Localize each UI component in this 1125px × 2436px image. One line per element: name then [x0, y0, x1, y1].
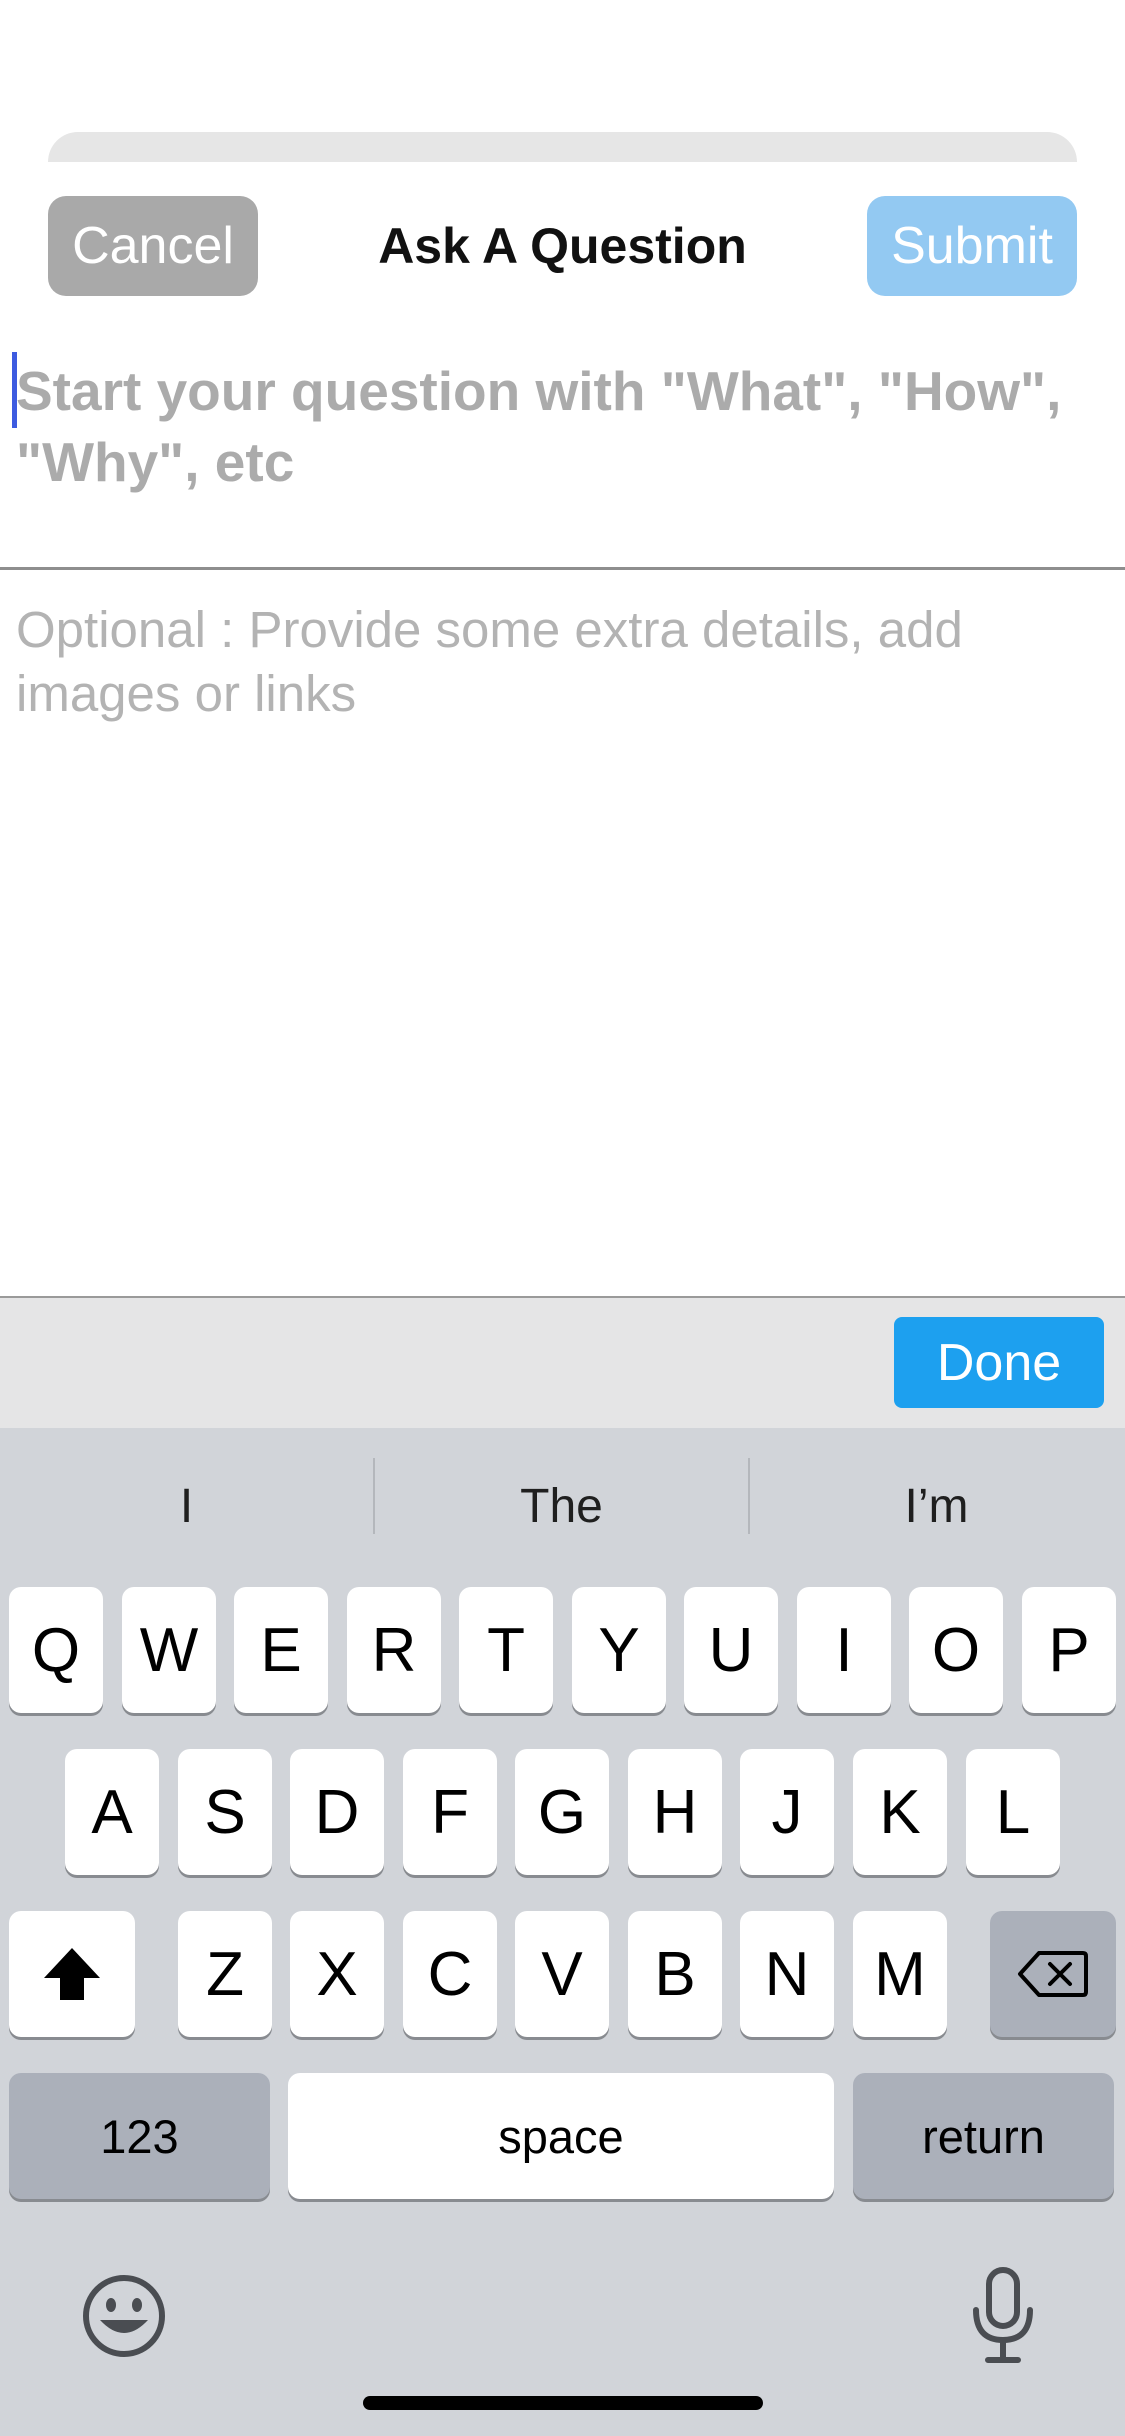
key-a[interactable]: A	[65, 1749, 159, 1875]
numbers-key[interactable]: 123	[9, 2073, 270, 2199]
submit-button[interactable]: Submit	[867, 196, 1077, 296]
key-d[interactable]: D	[290, 1749, 384, 1875]
delete-key[interactable]	[990, 1911, 1116, 2037]
shift-key[interactable]	[9, 1911, 135, 2037]
key-p[interactable]: P	[1022, 1587, 1116, 1713]
microphone-button[interactable]	[968, 2266, 1038, 2366]
sheet-handle[interactable]	[48, 132, 1077, 162]
key-z[interactable]: Z	[178, 1911, 272, 2037]
key-e[interactable]: E	[234, 1587, 328, 1713]
key-g[interactable]: G	[515, 1749, 609, 1875]
microphone-icon	[973, 2267, 1033, 2363]
key-k[interactable]: K	[853, 1749, 947, 1875]
key-m[interactable]: M	[853, 1911, 947, 2037]
key-l[interactable]: L	[966, 1749, 1060, 1875]
return-key[interactable]: return	[853, 2073, 1114, 2199]
emoji-icon	[83, 2275, 165, 2357]
suggestion-item[interactable]: I’m	[750, 1458, 1123, 1554]
question-placeholder: Start your question with "What", "How", …	[16, 360, 1062, 493]
key-i[interactable]: I	[797, 1587, 891, 1713]
key-j[interactable]: J	[740, 1749, 834, 1875]
cancel-button[interactable]: Cancel	[48, 196, 258, 296]
key-o[interactable]: O	[909, 1587, 1003, 1713]
key-x[interactable]: X	[290, 1911, 384, 2037]
suggestion-item[interactable]: I	[0, 1458, 373, 1554]
key-h[interactable]: H	[628, 1749, 722, 1875]
space-key[interactable]: space	[288, 2073, 834, 2199]
home-indicator[interactable]	[363, 2396, 763, 2410]
details-input[interactable]: Optional : Provide some extra details, a…	[16, 598, 1096, 726]
key-w[interactable]: W	[122, 1587, 216, 1713]
key-n[interactable]: N	[740, 1911, 834, 2037]
emoji-button[interactable]	[80, 2272, 168, 2360]
page-title: Ask A Question	[378, 218, 747, 274]
key-f[interactable]: F	[403, 1749, 497, 1875]
key-v[interactable]: V	[515, 1911, 609, 2037]
delete-icon	[1018, 1951, 1088, 1997]
key-u[interactable]: U	[684, 1587, 778, 1713]
key-b[interactable]: B	[628, 1911, 722, 2037]
done-button[interactable]: Done	[894, 1317, 1104, 1408]
key-r[interactable]: R	[347, 1587, 441, 1713]
shift-icon	[44, 1948, 100, 2000]
suggestion-item[interactable]: The	[375, 1458, 748, 1554]
key-s[interactable]: S	[178, 1749, 272, 1875]
key-c[interactable]: C	[403, 1911, 497, 2037]
key-q[interactable]: Q	[9, 1587, 103, 1713]
key-y[interactable]: Y	[572, 1587, 666, 1713]
key-t[interactable]: T	[459, 1587, 553, 1713]
